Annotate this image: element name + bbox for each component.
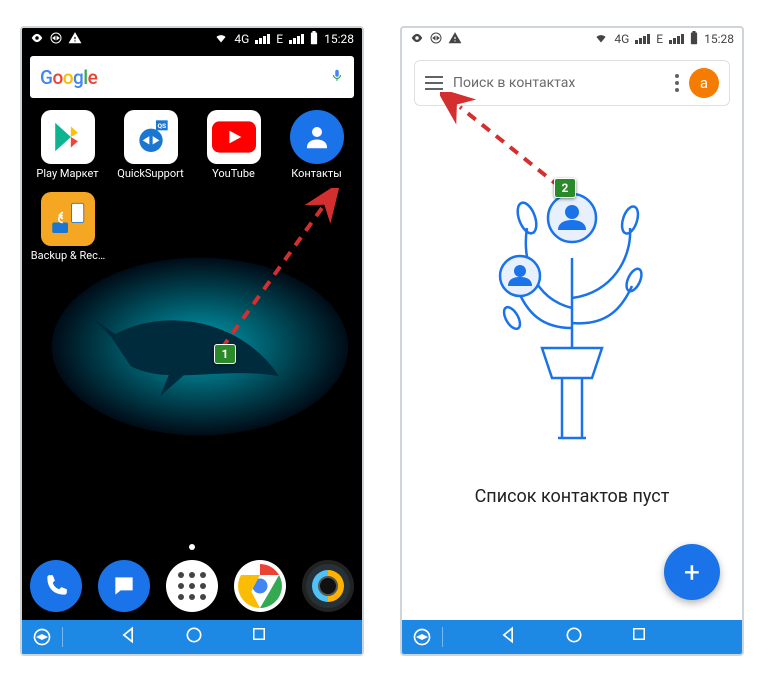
svg-text:QS: QS — [157, 122, 166, 130]
app-label: Play Маркет — [26, 167, 109, 180]
nav-back-button[interactable] — [118, 625, 138, 649]
warning-icon — [448, 31, 462, 48]
annotation-badge-1: 1 — [214, 344, 236, 364]
warning-icon — [68, 31, 82, 48]
nav-teamviewer-icon[interactable] — [22, 627, 62, 647]
nav-recent-button[interactable] — [630, 625, 648, 649]
contacts-icon — [290, 110, 344, 164]
annotation-badge-2: 2 — [554, 178, 576, 198]
quicksupport-icon: QS — [124, 110, 178, 164]
eye-icon — [410, 31, 424, 48]
battery-icon — [310, 31, 318, 48]
app-drawer-icon — [178, 572, 206, 600]
play-store-icon — [41, 110, 95, 164]
eye-icon — [30, 31, 44, 48]
app-contacts[interactable]: Контакты — [275, 104, 358, 186]
youtube-icon — [207, 110, 261, 164]
signal-icon — [255, 34, 270, 44]
wifi-icon — [594, 32, 608, 47]
app-quicksupport[interactable]: QS QuickSupport — [109, 104, 192, 186]
nav-home-button[interactable] — [184, 625, 204, 649]
app-play-market[interactable]: Play Маркет — [26, 104, 109, 186]
navigation-bar — [402, 620, 742, 654]
dock-chrome[interactable] — [234, 560, 286, 612]
plus-icon: + — [684, 556, 700, 589]
google-logo: Google — [40, 66, 97, 89]
phone-contacts-screen: 4G E 15:28 Поиск в контактах a — [400, 26, 744, 656]
account-avatar[interactable]: a — [689, 68, 719, 98]
signal-icon — [635, 34, 650, 44]
dock-phone[interactable] — [30, 560, 82, 612]
network-label: 4G — [234, 32, 249, 46]
status-time: 15:28 — [704, 32, 734, 46]
hamburger-menu-button[interactable] — [425, 76, 443, 90]
network-extra-label: E — [276, 32, 283, 46]
status-bar: 4G E 15:28 — [402, 28, 742, 50]
status-bar: 4G E 15:28 — [22, 28, 362, 50]
add-contact-fab[interactable]: + — [664, 544, 720, 600]
dock-messages[interactable] — [98, 560, 150, 612]
navigation-bar — [22, 620, 362, 654]
status-time: 15:28 — [324, 32, 354, 46]
mic-icon[interactable] — [330, 66, 344, 88]
wallpaper — [22, 218, 362, 515]
network-extra-label: E — [656, 32, 663, 46]
dock-camera[interactable] — [302, 560, 354, 612]
contacts-search-bar[interactable]: Поиск в контактах a — [414, 60, 730, 106]
nav-recent-button[interactable] — [250, 625, 268, 649]
empty-state-illustration — [472, 168, 672, 448]
search-placeholder[interactable]: Поиск в контактах — [453, 75, 665, 91]
nav-back-button[interactable] — [498, 625, 518, 649]
teamviewer-status-icon — [430, 32, 442, 47]
google-search-bar[interactable]: Google — [30, 56, 354, 98]
app-youtube[interactable]: YouTube — [192, 104, 275, 186]
page-indicator — [189, 544, 195, 550]
dock — [22, 552, 362, 620]
wifi-icon — [214, 32, 228, 47]
signal-icon-2 — [669, 34, 684, 44]
nav-teamviewer-icon[interactable] — [402, 627, 442, 647]
app-label: YouTube — [192, 167, 275, 180]
teamviewer-status-icon — [50, 32, 62, 47]
network-label: 4G — [614, 32, 629, 46]
empty-state-text: Список контактов пуст — [402, 486, 742, 507]
battery-icon — [690, 31, 698, 48]
signal-icon-2 — [289, 34, 304, 44]
app-label: Контакты — [275, 167, 358, 180]
more-options-button[interactable] — [675, 74, 679, 92]
phone-home-screen: 4G E 15:28 Google Play Маркет — [20, 26, 364, 656]
dock-app-drawer[interactable] — [166, 560, 218, 612]
nav-home-button[interactable] — [564, 625, 584, 649]
app-label: QuickSupport — [109, 167, 192, 180]
